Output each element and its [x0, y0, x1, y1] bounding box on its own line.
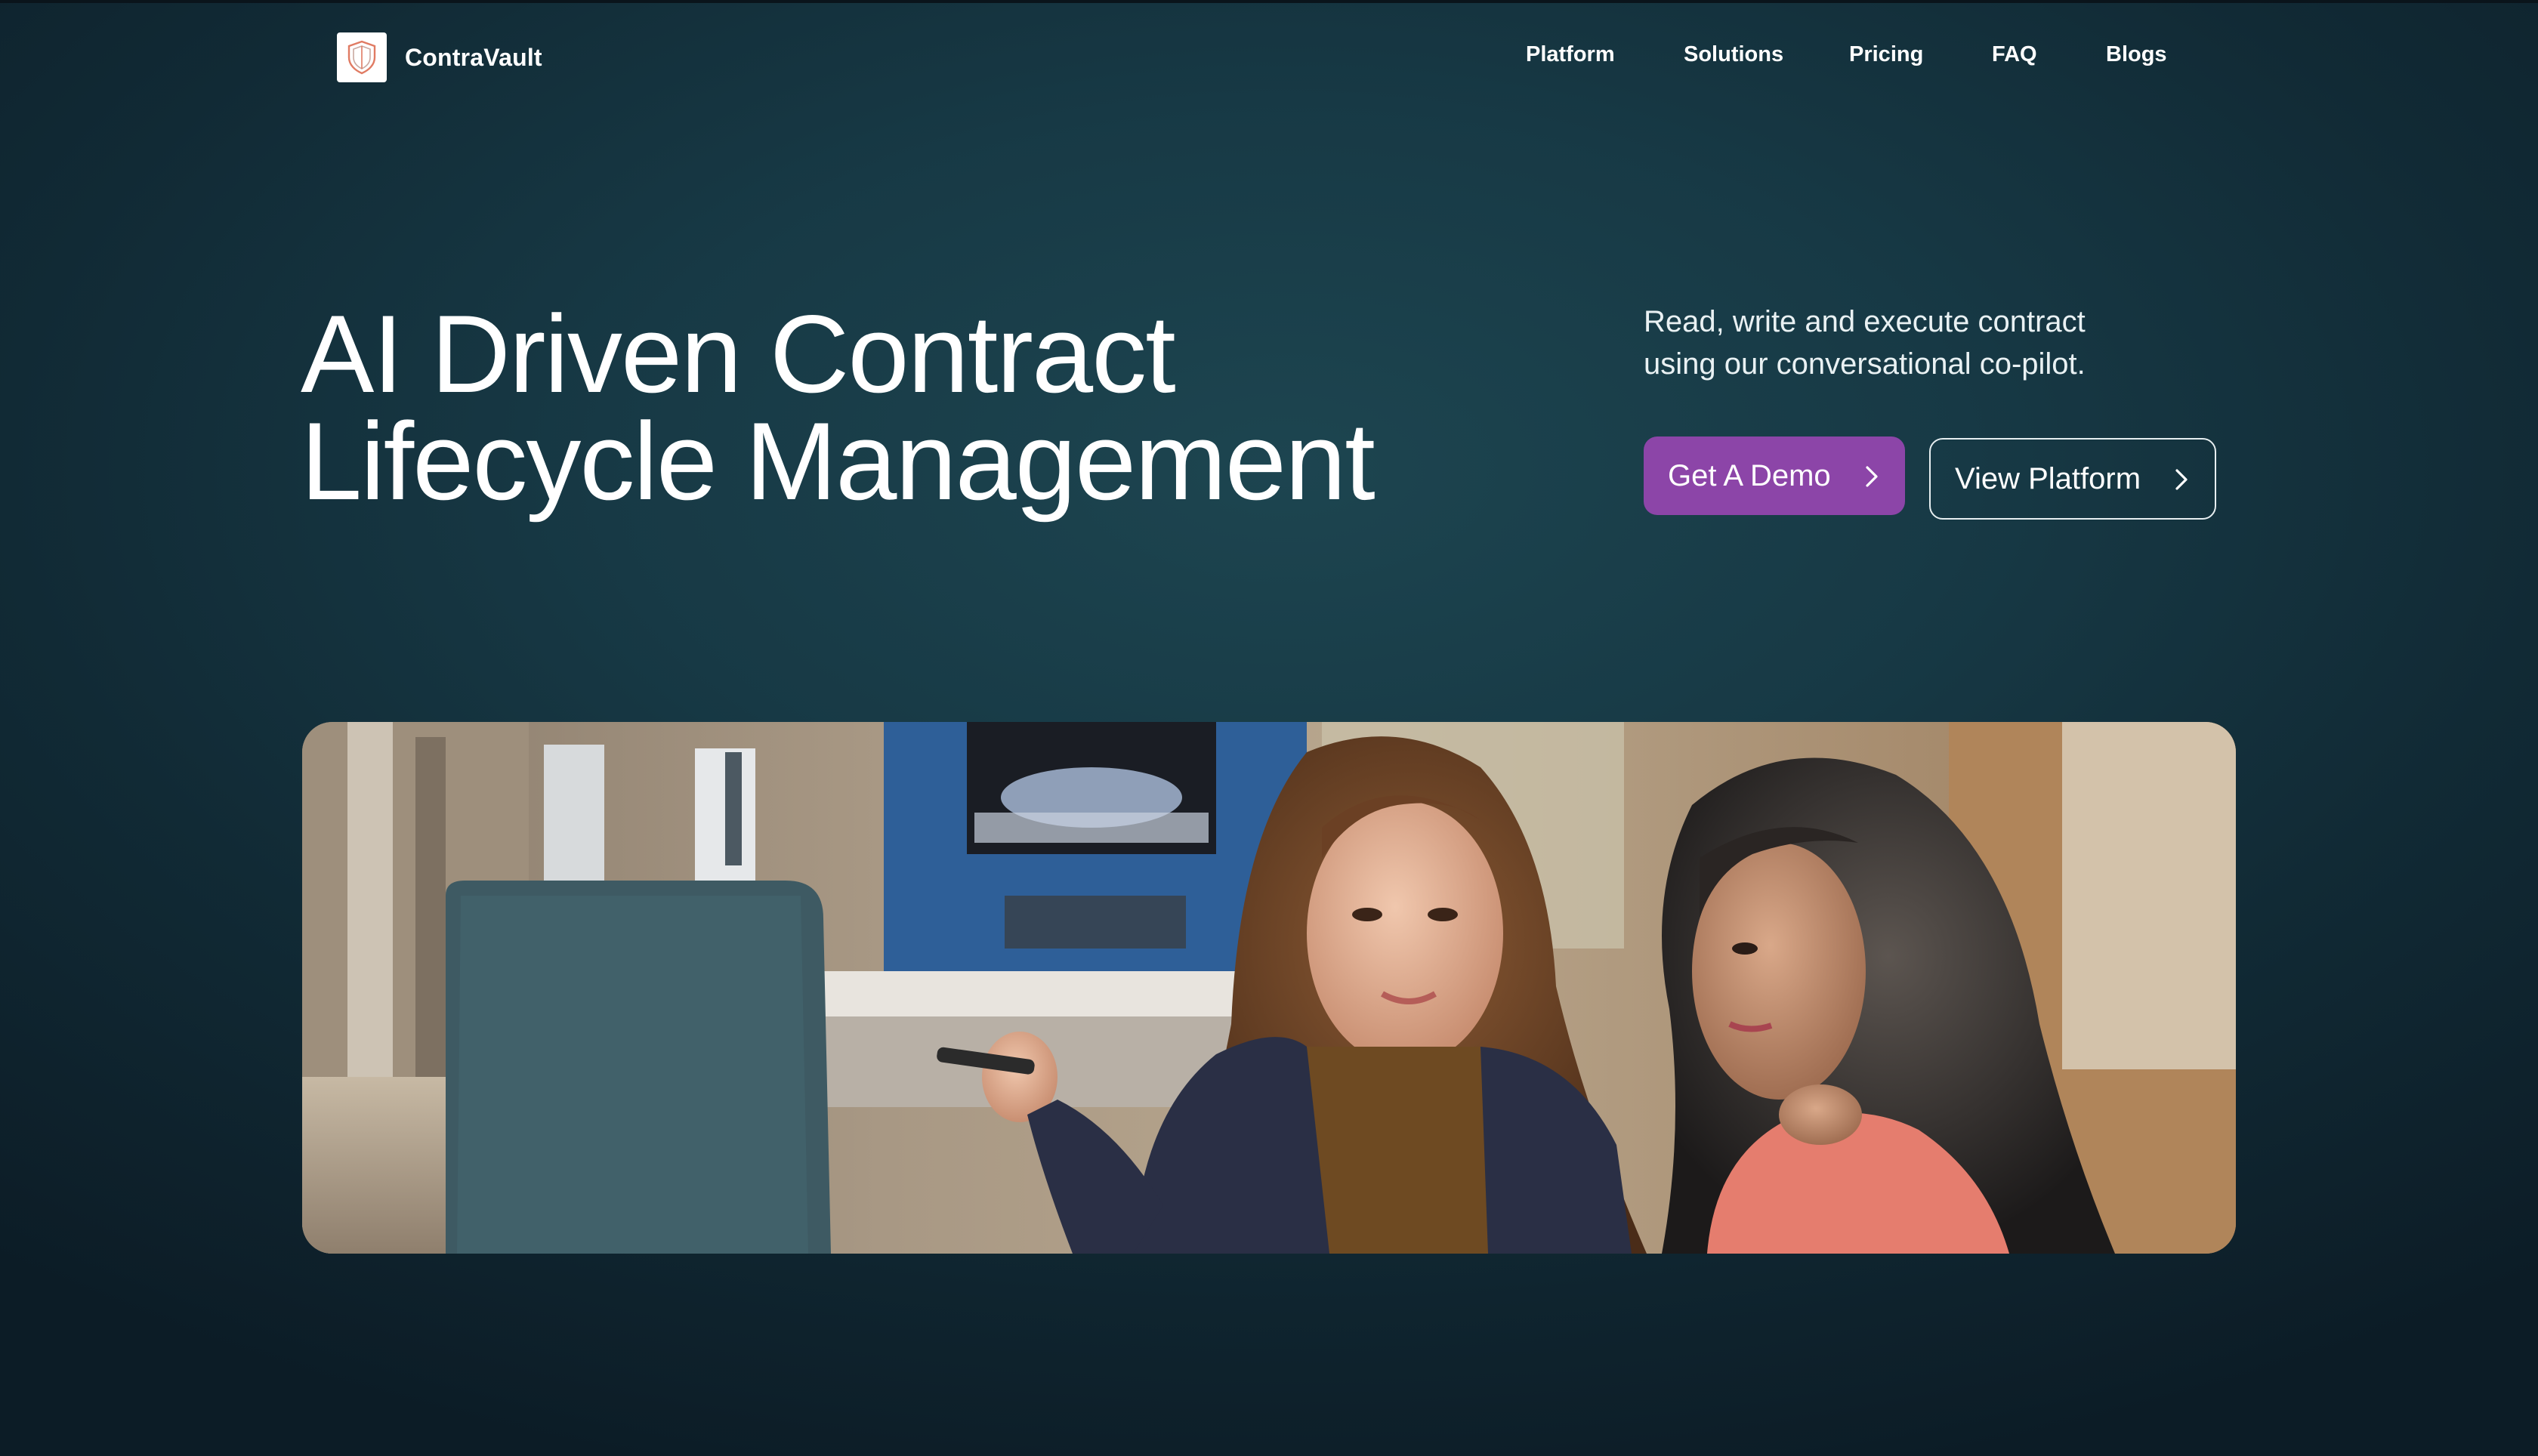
hero-title: AI Driven Contract Lifecycle Management	[301, 299, 1434, 517]
nav-item-pricing[interactable]: Pricing	[1849, 42, 1923, 67]
chevron-right-icon	[2175, 469, 2188, 490]
view-platform-button-label: View Platform	[1955, 461, 2141, 495]
get-demo-button[interactable]: Get A Demo	[1644, 436, 1905, 515]
chevron-right-icon	[1866, 466, 1878, 487]
nav-links: Platform Solutions Pricing FAQ Blogs	[0, 42, 2538, 72]
hero-subtitle-line-2: using our conversational co-pilot.	[1644, 347, 2086, 381]
get-demo-button-label: Get A Demo	[1668, 458, 1831, 492]
top-navigation: ContraVault Platform Solutions Pricing F…	[0, 0, 2538, 118]
view-platform-button[interactable]: View Platform	[1929, 438, 2216, 520]
hero-title-line-1: AI Driven Contract	[301, 292, 1176, 415]
hero-image-two-women-at-desk	[302, 722, 2236, 1254]
hero-title-line-2: Lifecycle Management	[301, 399, 1376, 523]
hero-subtitle: Read, write and execute contract using o…	[1644, 301, 2172, 385]
hero-subtitle-line-1: Read, write and execute contract	[1644, 305, 2086, 338]
nav-item-solutions[interactable]: Solutions	[1684, 42, 1783, 67]
nav-item-blogs[interactable]: Blogs	[2106, 42, 2167, 67]
office-photo	[302, 722, 2236, 1254]
nav-item-faq[interactable]: FAQ	[1992, 42, 2037, 67]
nav-item-platform[interactable]: Platform	[1526, 42, 1615, 67]
